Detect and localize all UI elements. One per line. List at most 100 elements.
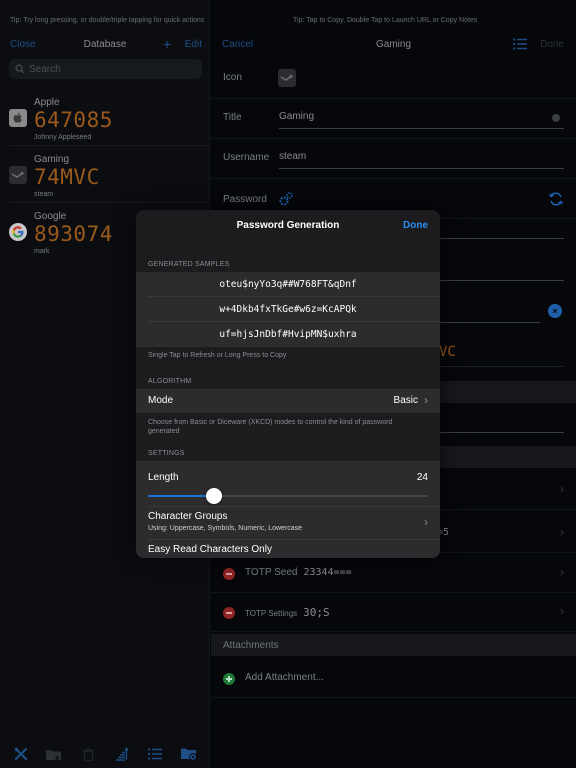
algorithm-footer: Choose from Basic or Diceware (XKCD) mod…	[148, 419, 393, 435]
totp-seed-row[interactable]: TOTP Seed 23344=== ›	[211, 554, 576, 593]
totp-settings-label-wrap: TOTP Settings 30;S	[245, 606, 330, 619]
settings-wrench-icon[interactable]	[12, 745, 30, 763]
add-icon[interactable]	[223, 673, 235, 685]
sidebar-tip: Tip: Try long pressing, or double/triple…	[10, 17, 205, 24]
username-label: Username	[223, 152, 270, 163]
detail-tip: Tip: Tap to Copy, Double Tap to Launch U…	[293, 17, 478, 24]
settings-header: SETTINGS	[148, 450, 185, 457]
chevron-right-icon: ›	[560, 565, 564, 579]
chevron-right-icon: ›	[424, 393, 428, 407]
new-folder-icon[interactable]	[45, 745, 63, 763]
chevron-right-icon: ›	[424, 515, 428, 529]
totp-seed-label-wrap: TOTP Seed 23344===	[245, 567, 352, 578]
password-label: Password	[223, 194, 267, 205]
length-slider[interactable]	[148, 488, 428, 504]
samples-footer: Single Tap to Refresh or Long Press to C…	[148, 352, 287, 359]
remove-field-icon[interactable]: ×	[548, 304, 562, 318]
otp-preview: VC	[439, 344, 456, 360]
mode-label: Mode	[148, 395, 174, 406]
password-generation-modal: Password Generation Done GENERATED SAMPL…	[136, 210, 440, 558]
steam-icon[interactable]	[278, 69, 296, 87]
trash-icon[interactable]	[79, 745, 97, 763]
totp-settings-row[interactable]: TOTP Settings 30;S ›	[211, 593, 576, 632]
entry-username: mark	[34, 248, 50, 255]
gear-icon[interactable]	[278, 191, 294, 212]
refresh-icon[interactable]	[548, 191, 564, 212]
sidebar-nav-bar: Close Database + Edit	[0, 36, 210, 54]
samples-header: GENERATED SAMPLES	[148, 261, 230, 268]
entry-otp-code: 74MVC	[34, 165, 100, 189]
length-label: Length	[148, 472, 179, 483]
character-groups-value: Using: Uppercase, Symbols, Numeric, Lowe…	[148, 525, 303, 532]
done-button[interactable]: Done	[540, 39, 564, 50]
database-settings-icon[interactable]	[180, 745, 198, 763]
attachments-header: Attachments	[211, 634, 576, 656]
mode-row[interactable]: Mode Basic ›	[136, 389, 440, 413]
chevron-right-icon: ›	[560, 482, 564, 496]
password-sample[interactable]: uf=hjsJnDbf#HvipMN$uxhra	[148, 322, 440, 347]
modal-done-button[interactable]: Done	[403, 220, 428, 231]
title-label: Title	[223, 112, 242, 123]
delete-icon[interactable]	[223, 607, 235, 619]
slider-fill	[148, 495, 214, 497]
delete-icon[interactable]	[223, 568, 235, 580]
apple-icon	[9, 109, 27, 127]
password-sample[interactable]: oteu$nyYo3q##W768FT&qDnf	[148, 272, 440, 297]
icon-label: Icon	[223, 72, 242, 83]
list-item[interactable]: Apple 647085 Johnny Appleseed	[0, 89, 210, 146]
character-groups-label: Character Groups	[148, 511, 228, 522]
totp-seed-label: TOTP Seed	[245, 567, 298, 578]
search-input[interactable]: Search	[9, 59, 202, 79]
entry-otp-code: 893074	[34, 222, 113, 246]
title-field: Title Gaming	[211, 99, 576, 139]
username-underline	[279, 168, 564, 169]
app-root: 6:14 PM Wed Oct 2 100% Tip: Try long pre…	[0, 0, 576, 768]
add-attachment-label: Add Attachment...	[245, 672, 324, 683]
easy-read-label: Easy Read Characters Only	[148, 544, 272, 555]
entry-name: Google	[34, 211, 67, 222]
sidebar-toolbar	[0, 740, 210, 768]
samples-group: oteu$nyYo3q##W768FT&qDnf w+4Dkb4fxTkGe#w…	[136, 272, 440, 347]
easy-read-row[interactable]: Easy Read Characters Only	[136, 539, 440, 558]
entry-username: steam	[34, 191, 54, 198]
length-row: Length 24	[136, 461, 440, 506]
add-attachment-row[interactable]: Add Attachment...	[211, 659, 576, 698]
length-value: 24	[416, 472, 428, 483]
totp-seed-value: 23344===	[303, 567, 352, 578]
steam-icon	[9, 166, 27, 184]
entry-username: Johnny Appleseed	[34, 134, 92, 141]
clear-icon[interactable]	[552, 114, 560, 122]
edit-button[interactable]: Edit	[185, 39, 202, 50]
entry-otp-code: 647085	[34, 108, 113, 132]
list-icon[interactable]	[513, 38, 527, 53]
title-input[interactable]: Gaming	[279, 111, 314, 122]
sort-icon[interactable]	[113, 745, 131, 763]
modal-header: Password Generation Done	[136, 210, 440, 242]
chevron-right-icon: ›	[560, 604, 564, 618]
totp-settings-value: 30;S	[303, 606, 330, 619]
modal-title: Password Generation	[236, 220, 340, 231]
slider-thumb[interactable]	[205, 488, 222, 504]
totp-settings-label: TOTP Settings	[245, 609, 298, 618]
password-sample[interactable]: w+4Dkb4fxTkGe#w6z=KcAPQk	[148, 297, 440, 322]
detail-nav-bar: Cancel Gaming Done	[211, 36, 576, 54]
character-groups-row[interactable]: Character Groups Using: Uppercase, Symbo…	[136, 506, 440, 539]
list-item[interactable]: Gaming 74MVC steam	[0, 146, 210, 203]
username-field: Username steam	[211, 139, 576, 179]
sidebar-title: Database	[83, 39, 127, 50]
username-input[interactable]: steam	[279, 151, 306, 162]
search-placeholder: Search	[29, 63, 61, 75]
icon-field: Icon	[211, 59, 576, 99]
search-icon	[15, 64, 25, 74]
title-underline	[279, 128, 564, 129]
chevron-right-icon: ›	[560, 525, 564, 539]
add-entry-button[interactable]: +	[163, 36, 171, 52]
google-icon	[9, 223, 27, 241]
divider	[148, 506, 440, 507]
mode-value: Basic	[393, 395, 418, 406]
algorithm-header: ALGORITHM	[148, 378, 192, 385]
entry-name: Apple	[34, 97, 60, 108]
divider	[148, 539, 440, 540]
list-icon[interactable]	[146, 745, 164, 763]
entry-name: Gaming	[34, 154, 70, 165]
